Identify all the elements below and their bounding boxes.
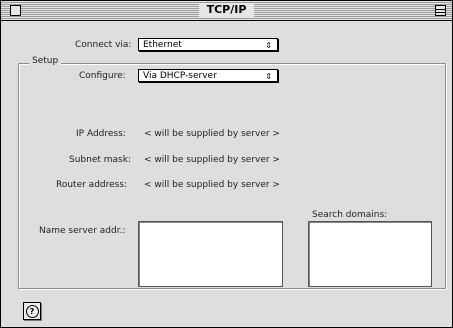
search-domains-field[interactable] xyxy=(308,221,432,287)
window-title: TCP/IP xyxy=(198,3,255,17)
popup-arrows-icon: ⇕ xyxy=(265,72,272,81)
router-address-value: < will be supplied by server > xyxy=(144,180,280,190)
zoom-box[interactable] xyxy=(435,5,446,16)
setup-group-title: Setup xyxy=(29,55,62,67)
configure-value: Via DHCP-server xyxy=(143,71,217,81)
tcpip-window: TCP/IP Connect via: Ethernet ⇕ Setup Con… xyxy=(0,0,453,328)
name-server-label: Name server addr.: xyxy=(39,226,126,236)
router-address-label: Router address: xyxy=(56,180,128,190)
close-box[interactable] xyxy=(10,5,21,16)
configure-label: Configure: xyxy=(79,71,126,81)
title-bar[interactable]: TCP/IP xyxy=(1,1,452,21)
search-domains-label: Search domains: xyxy=(312,210,388,220)
configure-popup[interactable]: Via DHCP-server ⇕ xyxy=(138,69,278,82)
ip-address-label: IP Address: xyxy=(76,129,126,139)
connect-via-label: Connect via: xyxy=(75,40,132,50)
ip-address-value: < will be supplied by server > xyxy=(144,129,280,139)
connect-via-value: Ethernet xyxy=(143,40,182,50)
subnet-mask-value: < will be supplied by server > xyxy=(144,155,280,165)
help-icon: ? xyxy=(25,305,39,318)
popup-arrows-icon: ⇕ xyxy=(265,41,272,50)
connect-via-popup[interactable]: Ethernet ⇕ xyxy=(138,38,278,51)
subnet-mask-label: Subnet mask: xyxy=(69,155,131,165)
name-server-field[interactable] xyxy=(138,221,283,287)
help-button[interactable]: ? xyxy=(23,302,41,320)
